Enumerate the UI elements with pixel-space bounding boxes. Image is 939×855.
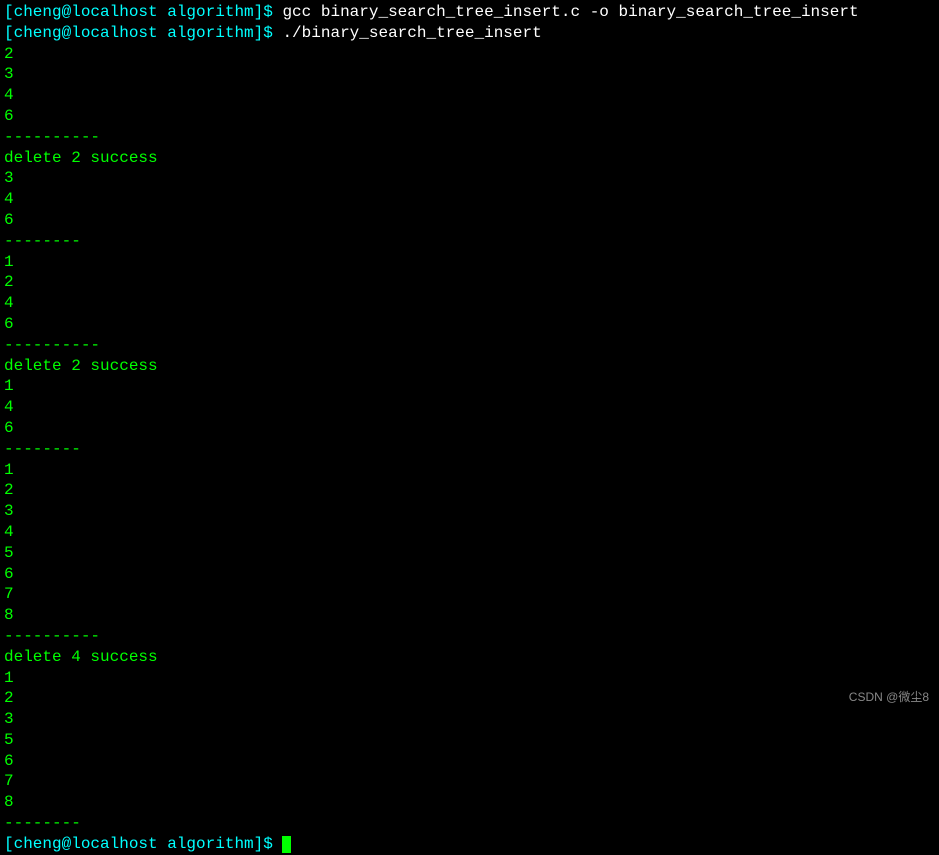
terminal-line: 6 (4, 210, 935, 231)
terminal-line: 6 (4, 314, 935, 335)
terminal-line: delete 2 success (4, 356, 935, 377)
output-text: 2 (4, 689, 14, 707)
output-text: 3 (4, 710, 14, 728)
output-text: 2 (4, 481, 14, 499)
terminal-line: 6 (4, 751, 935, 772)
shell-command: gcc binary_search_tree_insert.c -o binar… (282, 3, 858, 21)
cursor[interactable] (282, 836, 291, 853)
terminal-line: [cheng@localhost algorithm]$ (4, 834, 935, 855)
output-text: 5 (4, 544, 14, 562)
terminal-line: -------- (4, 439, 935, 460)
terminal-line: delete 4 success (4, 647, 935, 668)
shell-prompt: [cheng@localhost algorithm]$ (4, 24, 282, 42)
output-text: 3 (4, 65, 14, 83)
terminal-line: 1 (4, 460, 935, 481)
output-text: 6 (4, 419, 14, 437)
output-text: 4 (4, 294, 14, 312)
output-text: 1 (4, 377, 14, 395)
output-text: 6 (4, 315, 14, 333)
output-text: 6 (4, 107, 14, 125)
output-text: ---------- (4, 128, 100, 146)
output-text: 6 (4, 565, 14, 583)
terminal-line: 4 (4, 189, 935, 210)
terminal-line: [cheng@localhost algorithm]$ ./binary_se… (4, 23, 935, 44)
terminal-line: 1 (4, 376, 935, 397)
output-text: 6 (4, 211, 14, 229)
terminal-line: 3 (4, 168, 935, 189)
output-text: 1 (4, 253, 14, 271)
terminal-line: 3 (4, 501, 935, 522)
output-text: ---------- (4, 627, 100, 645)
terminal-line: 4 (4, 522, 935, 543)
output-text: -------- (4, 232, 81, 250)
terminal-line: 4 (4, 85, 935, 106)
terminal-line: 6 (4, 418, 935, 439)
output-text: 4 (4, 190, 14, 208)
terminal-line: [cheng@localhost algorithm]$ gcc binary_… (4, 2, 935, 23)
terminal-line: 5 (4, 730, 935, 751)
output-text: ---------- (4, 336, 100, 354)
terminal-line: 8 (4, 792, 935, 813)
output-text: 2 (4, 45, 14, 63)
terminal-line: 2 (4, 480, 935, 501)
terminal-line: 1 (4, 668, 935, 689)
terminal-line: 3 (4, 709, 935, 730)
output-text: 4 (4, 523, 14, 541)
terminal-line: 6 (4, 564, 935, 585)
terminal-line: ---------- (4, 127, 935, 148)
terminal-line: 3 (4, 64, 935, 85)
output-text: 3 (4, 502, 14, 520)
terminal-line: 2 (4, 44, 935, 65)
watermark: CSDN @微尘8 (849, 690, 929, 706)
terminal-line: 8 (4, 605, 935, 626)
output-text: 4 (4, 398, 14, 416)
terminal-line: ---------- (4, 626, 935, 647)
terminal-line: 6 (4, 106, 935, 127)
output-text: -------- (4, 440, 81, 458)
output-text: 7 (4, 585, 14, 603)
shell-command: ./binary_search_tree_insert (282, 24, 541, 42)
shell-prompt: [cheng@localhost algorithm]$ (4, 835, 282, 853)
output-text: delete 2 success (4, 357, 158, 375)
terminal-line: 2 (4, 272, 935, 293)
output-text: 2 (4, 273, 14, 291)
output-text: -------- (4, 814, 81, 832)
terminal-line: 1 (4, 252, 935, 273)
terminal[interactable]: [cheng@localhost algorithm]$ gcc binary_… (4, 2, 935, 855)
terminal-line: 2 (4, 688, 935, 709)
output-text: 3 (4, 169, 14, 187)
output-text: delete 2 success (4, 149, 158, 167)
terminal-line: 4 (4, 293, 935, 314)
output-text: 7 (4, 772, 14, 790)
output-text: 1 (4, 669, 14, 687)
shell-prompt: [cheng@localhost algorithm]$ (4, 3, 282, 21)
output-text: delete 4 success (4, 648, 158, 666)
output-text: 4 (4, 86, 14, 104)
terminal-line: ---------- (4, 335, 935, 356)
output-text: 1 (4, 461, 14, 479)
output-text: 5 (4, 731, 14, 749)
terminal-line: 5 (4, 543, 935, 564)
terminal-line: 7 (4, 584, 935, 605)
terminal-line: delete 2 success (4, 148, 935, 169)
output-text: 8 (4, 606, 14, 624)
terminal-line: -------- (4, 231, 935, 252)
terminal-line: -------- (4, 813, 935, 834)
output-text: 8 (4, 793, 14, 811)
terminal-line: 7 (4, 771, 935, 792)
terminal-line: 4 (4, 397, 935, 418)
output-text: 6 (4, 752, 14, 770)
